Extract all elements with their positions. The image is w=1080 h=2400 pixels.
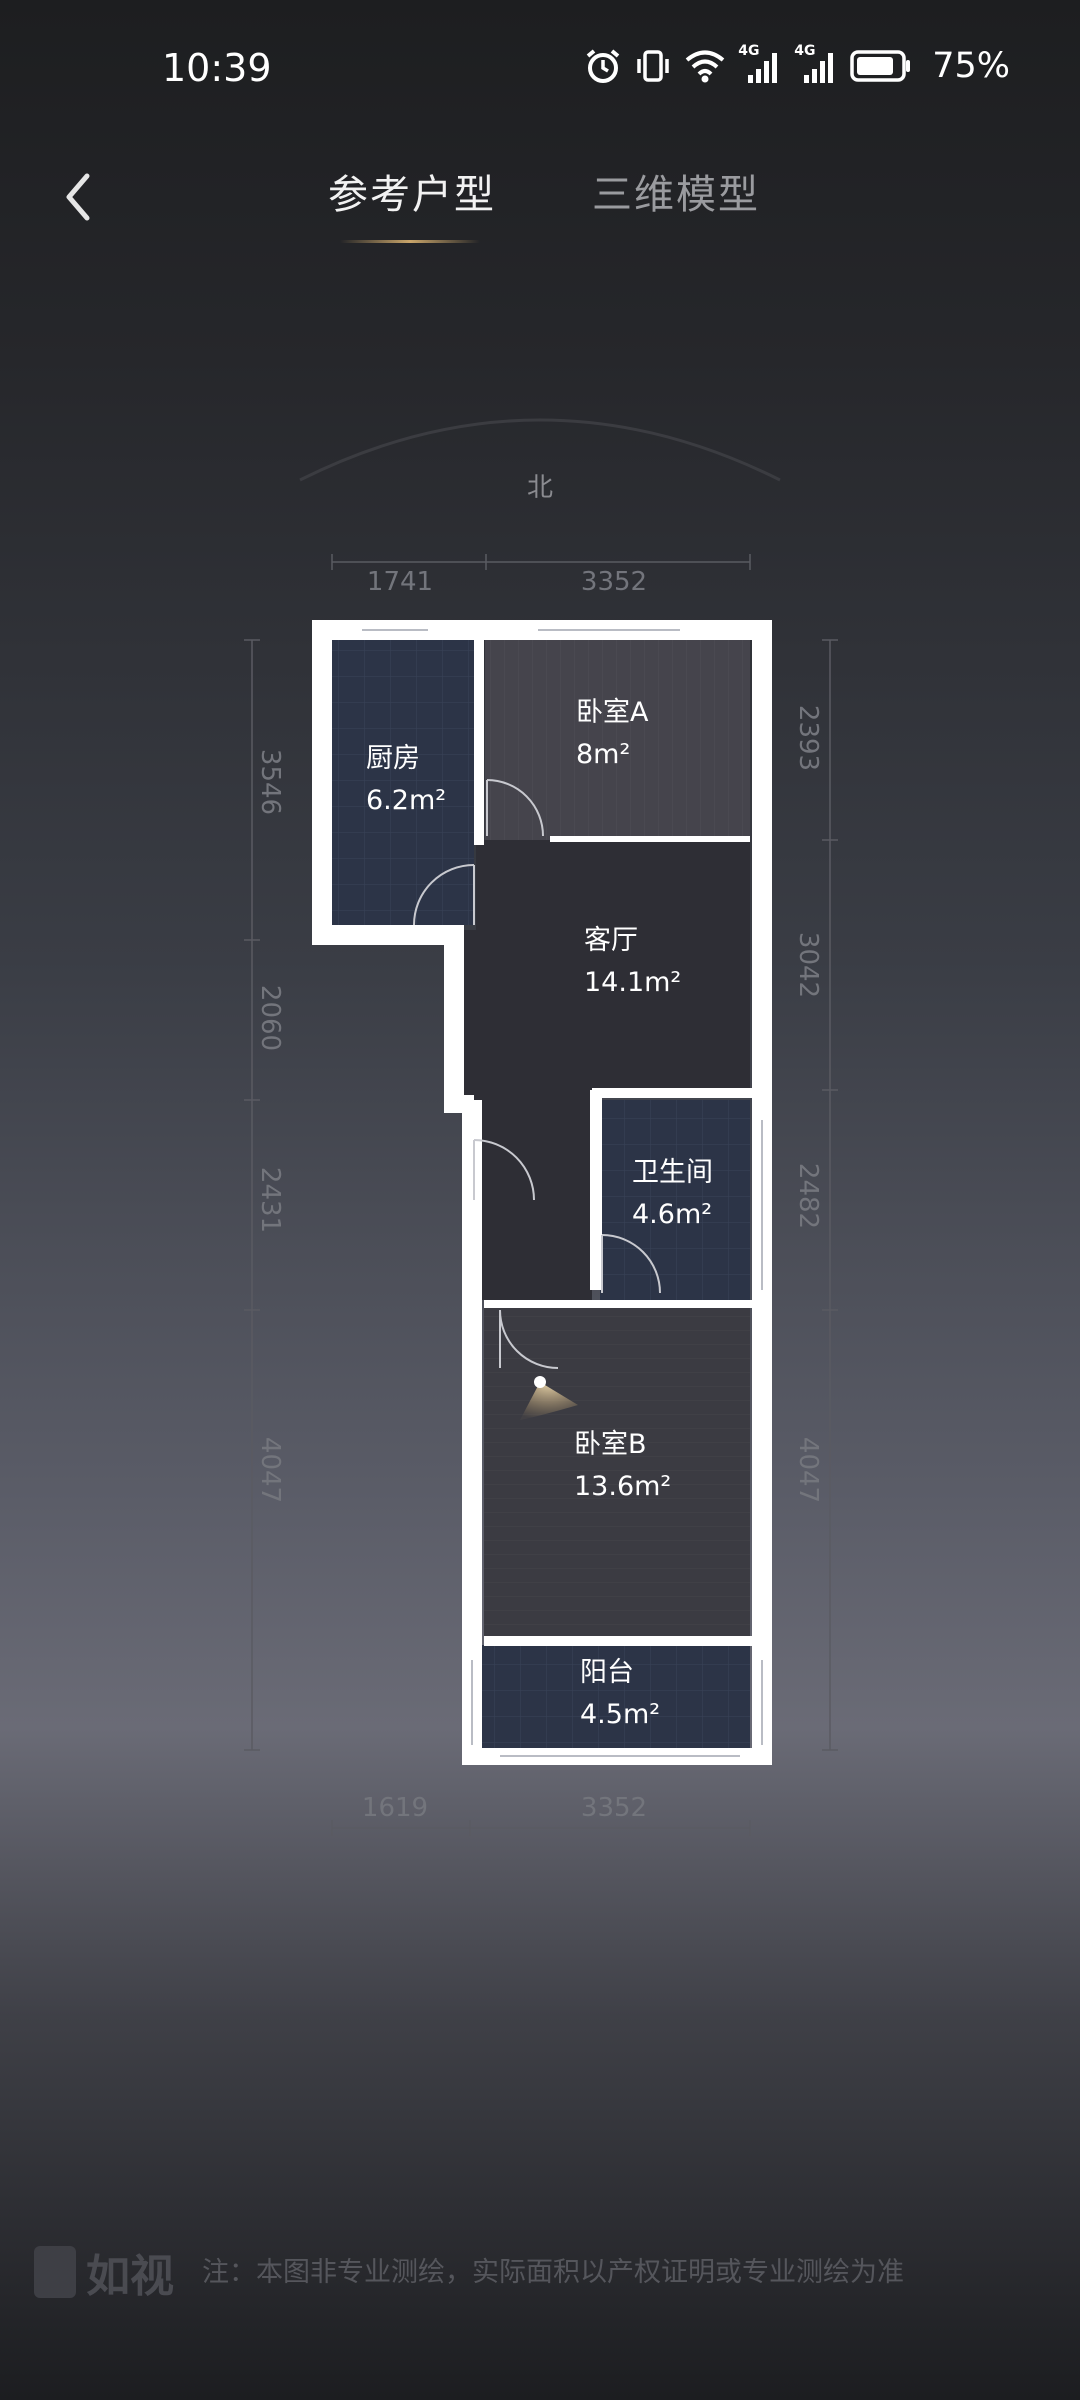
room-name: 客厅 — [584, 925, 638, 956]
dim-right-2: 3042 — [793, 932, 823, 998]
room-name: 厨房 — [366, 743, 420, 774]
room-area: 6.2m² — [366, 785, 447, 816]
room-area: 8m² — [576, 739, 631, 770]
brand-logo-text: 如视 — [86, 2251, 174, 2302]
dim-right-1: 2393 — [793, 705, 823, 771]
dim-right-3: 2482 — [793, 1163, 823, 1229]
compass-arc — [299, 418, 781, 482]
room-name: 阳台 — [580, 1657, 634, 1688]
room-bedroom-a[interactable]: 卧室A 8m² — [576, 692, 648, 776]
disclaimer-note: 注：本图非专业测绘，实际面积以产权证明或专业测绘为准 — [202, 2257, 904, 2288]
brand-logo-icon — [34, 2246, 76, 2298]
room-bathroom[interactable]: 卫生间 4.6m² — [632, 1152, 713, 1236]
floor-plan[interactable]: 北 1741 3352 1619 3352 3546 2060 2431 404… — [0, 0, 1080, 2400]
dim-right-4: 4047 — [793, 1437, 823, 1503]
room-living-room[interactable]: 客厅 14.1m² — [584, 920, 681, 1004]
dim-top-2: 3352 — [581, 567, 647, 597]
room-area: 13.6m² — [574, 1471, 672, 1502]
dim-top-1: 1741 — [367, 567, 433, 597]
compass-label: 北 — [527, 473, 553, 503]
room-area: 4.5m² — [580, 1699, 661, 1730]
camera-position-marker — [534, 1376, 546, 1388]
dim-bottom-1: 1619 — [362, 1793, 428, 1823]
dim-left-4: 4047 — [255, 1437, 285, 1503]
room-area: 14.1m² — [584, 967, 682, 998]
dim-left-3: 2431 — [255, 1167, 285, 1233]
dim-left-2: 2060 — [255, 985, 285, 1051]
room-name: 卧室A — [576, 697, 649, 728]
room-name: 卧室B — [574, 1429, 647, 1460]
brand-logo: 如视 — [34, 2240, 174, 2304]
dim-bottom-2: 3352 — [581, 1793, 647, 1823]
room-bedroom-b[interactable]: 卧室B 13.6m² — [574, 1424, 671, 1508]
room-balcony[interactable]: 阳台 4.5m² — [580, 1652, 660, 1736]
room-name: 卫生间 — [632, 1157, 713, 1188]
dim-left-1: 3546 — [255, 749, 285, 815]
room-area: 4.6m² — [632, 1199, 713, 1230]
room-kitchen[interactable]: 厨房 6.2m² — [366, 738, 446, 822]
